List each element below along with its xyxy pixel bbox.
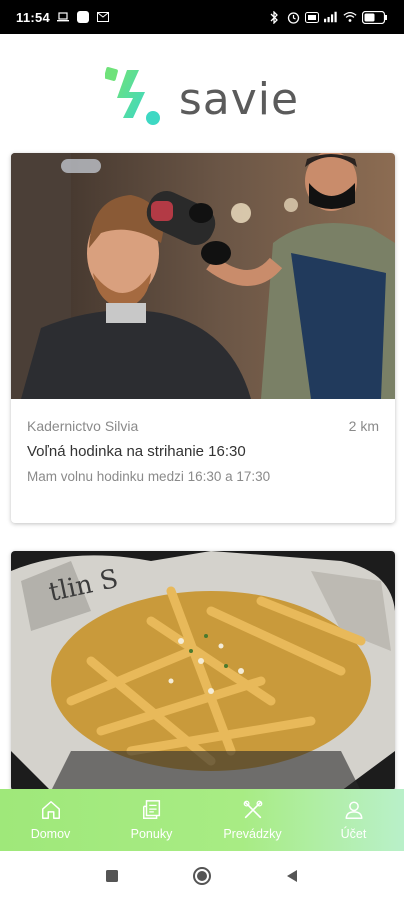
home-icon (41, 801, 60, 819)
bottom-navigation: Domov Ponuky Prevádzky Účet (0, 789, 404, 851)
nav-item-ponuky[interactable]: Ponuky (101, 789, 202, 851)
nav-label: Domov (30, 827, 71, 841)
offer-description: Mam volnu hodinku medzi 16:30 a 17:30 (27, 469, 271, 484)
offer-card[interactable]: tlin S (11, 551, 395, 791)
mail-icon (96, 11, 110, 23)
nav-label: Ponuky (130, 827, 173, 841)
signal-icon (324, 11, 338, 23)
shop-name: Kadernictvo Silvia (27, 418, 139, 434)
wifi-icon (343, 11, 357, 23)
barber-photo (11, 153, 395, 399)
user-icon (344, 801, 363, 819)
fries-photo: tlin S (11, 551, 395, 791)
laptop-icon (56, 11, 70, 23)
status-bar: 11:54 (0, 0, 404, 34)
brand-name: savie (178, 74, 300, 125)
app-notification-icon (76, 11, 90, 23)
status-time: 11:54 (16, 9, 51, 25)
tools-icon (243, 800, 262, 819)
home-circle-icon[interactable] (192, 866, 212, 886)
savie-logo-icon (103, 66, 165, 133)
nav-item-ucet[interactable]: Účet (303, 789, 404, 851)
battery-icon (362, 10, 388, 24)
volte-icon (305, 11, 319, 23)
back-icon[interactable] (282, 866, 302, 886)
alarm-icon (286, 11, 300, 24)
offer-title: Voľná hodinka na strihanie 16:30 (27, 443, 246, 460)
system-navigation-bar (0, 851, 404, 900)
recents-icon[interactable] (102, 866, 122, 886)
nav-item-prevadzky[interactable]: Prevádzky (202, 789, 303, 851)
offer-card[interactable]: Kadernictvo Silvia 2 km Voľná hodinka na… (11, 153, 395, 523)
nav-label: Účet (340, 827, 367, 841)
bluetooth-icon (267, 10, 281, 24)
receipt-icon (142, 800, 160, 819)
nav-label: Prevádzky (223, 827, 282, 841)
app-header: savie (0, 66, 404, 133)
distance-label: 2 km (348, 418, 379, 434)
nav-item-domov[interactable]: Domov (0, 789, 101, 851)
